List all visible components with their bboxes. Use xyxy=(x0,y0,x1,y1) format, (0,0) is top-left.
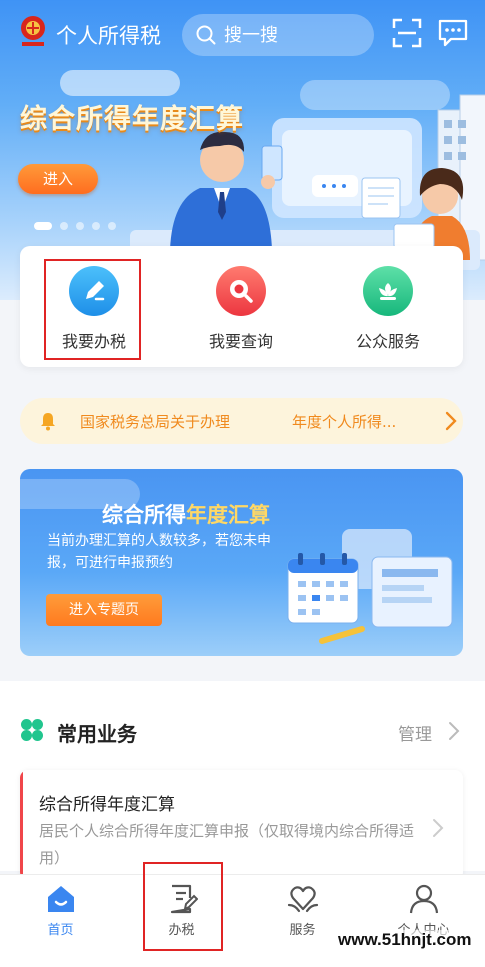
carousel-indicator[interactable] xyxy=(34,222,116,230)
top-bar: 个人所得税 xyxy=(0,0,485,72)
clover-icon xyxy=(21,719,43,741)
common-services-section: 常用业务 管理 综合所得年度汇算 居民个人综合所得年度汇算申报（仅取得境内综合所… xyxy=(0,681,485,880)
banner-title: 综合所得年度汇算 xyxy=(20,104,244,135)
promo-title-plain: 综合所得 xyxy=(102,503,186,527)
app-title: 个人所得税 xyxy=(56,24,161,48)
promo-description: 当前办理汇算的人数较多，若您未申报，可进行申报预约 xyxy=(47,533,271,571)
tab-home[interactable]: 首页 xyxy=(0,875,121,967)
search-input[interactable] xyxy=(224,24,364,46)
promo-banner[interactable]: 综合所得年度汇算 当前办理汇算的人数较多，若您未申报，可进行申报预约 进入专题页 xyxy=(20,469,463,656)
notice-bar[interactable]: 国家税务总局关于办理 年度个人所得... xyxy=(20,398,463,444)
quick-action-public-service[interactable]: 公众服务 xyxy=(328,246,448,367)
bell-icon xyxy=(41,413,55,431)
promo-enter-button[interactable]: 进入专题页 xyxy=(46,594,162,626)
tab-personal-center[interactable]: 个人中心 xyxy=(363,875,484,967)
notice-text: 国家税务总局关于办理 xyxy=(80,413,231,431)
carousel-dot[interactable] xyxy=(92,222,100,230)
heart-hands-icon xyxy=(287,886,319,913)
flower-icon xyxy=(363,266,413,316)
highlight-box xyxy=(44,259,141,360)
tab-label: 首页 xyxy=(47,923,74,938)
calendar-illustration xyxy=(287,529,453,644)
service-description: 居民个人综合所得年度汇算申报（仅取得境内综合所得适用） xyxy=(39,822,415,867)
bottom-tab-bar: 首页 办税 服务 个人中心 xyxy=(0,874,485,967)
quick-action-label: 公众服务 xyxy=(355,332,420,351)
promo-title-highlight: 年度汇算 xyxy=(186,503,270,527)
manage-link[interactable]: 管理 xyxy=(398,720,432,745)
search-icon xyxy=(216,266,266,316)
search-icon xyxy=(196,25,216,45)
service-card[interactable]: 综合所得年度汇算 居民个人综合所得年度汇算申报（仅取得境内综合所得适用） xyxy=(20,770,463,880)
promo-title: 综合所得年度汇算 xyxy=(102,499,270,529)
carousel-dot[interactable] xyxy=(34,222,52,230)
chevron-right-icon xyxy=(445,411,457,431)
message-icon[interactable] xyxy=(437,18,469,48)
carousel-dot[interactable] xyxy=(76,222,84,230)
notice-text: 年度个人所得... xyxy=(292,413,397,431)
carousel-dot[interactable] xyxy=(60,222,68,230)
user-icon xyxy=(409,884,439,914)
tab-services[interactable]: 服务 xyxy=(242,875,363,967)
tax-emblem-icon xyxy=(21,16,45,46)
section-title: 常用业务 xyxy=(57,722,137,746)
home-icon xyxy=(48,886,74,912)
quick-action-query[interactable]: 我要查询 xyxy=(181,246,301,367)
service-title: 综合所得年度汇算 xyxy=(39,795,175,815)
scan-icon[interactable] xyxy=(392,18,422,48)
chevron-right-icon xyxy=(433,819,444,837)
quick-action-label: 我要查询 xyxy=(208,332,273,351)
accent-bar xyxy=(20,770,23,880)
highlight-box xyxy=(143,862,223,951)
carousel-dot[interactable] xyxy=(108,222,116,230)
search-bar[interactable] xyxy=(182,14,374,56)
chevron-right-icon[interactable] xyxy=(448,721,460,741)
watermark: www.51hnjt.com xyxy=(336,930,474,950)
banner-enter-button[interactable]: 进入 xyxy=(18,164,98,194)
